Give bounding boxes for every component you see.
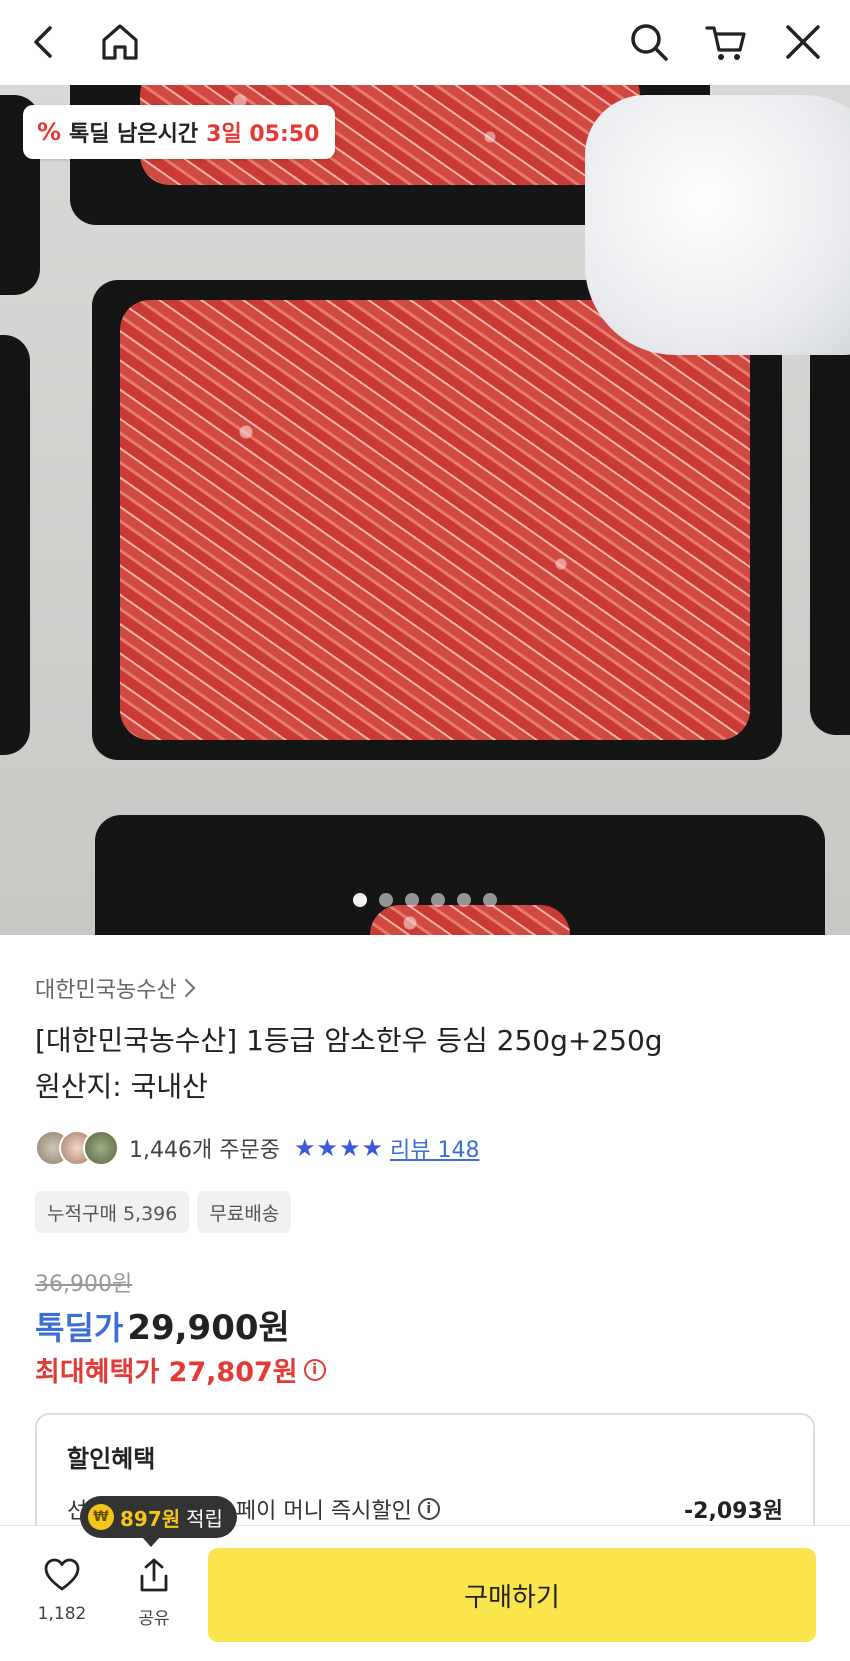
deal-price-label: 톡딜가 [35, 1309, 124, 1347]
deal-timer-badge: % 톡딜 남은시간 3일 05:50 [23, 105, 336, 159]
seller-name: 대한민국농수산 [35, 978, 177, 1003]
cart-icon [705, 26, 746, 60]
home-button[interactable] [92, 14, 148, 70]
top-bar [0, 0, 850, 85]
original-price: 36,900원 [35, 1272, 133, 1297]
gloved-hand-image [585, 95, 850, 355]
cart-button[interactable] [698, 14, 754, 70]
deal-price: 톡딜가 29,900원 [35, 1300, 290, 1349]
carousel-indicator [0, 893, 850, 907]
carousel-dot[interactable] [457, 893, 471, 907]
heart-icon [44, 1558, 80, 1591]
star-icon: ★ [293, 1134, 317, 1162]
max-benefit-price: 최대혜택가 27,807원 i [35, 1350, 326, 1389]
review-link[interactable]: 리뷰 148 [390, 1132, 479, 1164]
deal-timer-label: 톡딜 남은시간 [69, 122, 199, 147]
product-origin: 원산지: 국내산 [35, 1070, 208, 1103]
points-suffix: 적립 [186, 1506, 223, 1531]
buyer-avatars [35, 1130, 119, 1166]
avatar [83, 1130, 119, 1166]
star-icon: ★ [361, 1134, 384, 1162]
carousel-dot[interactable] [483, 893, 497, 907]
share-button[interactable]: 공유 [114, 1556, 194, 1629]
home-icon [102, 24, 138, 60]
meat-tray-image [810, 315, 850, 735]
carousel-dot[interactable] [353, 893, 367, 907]
share-icon [140, 1558, 168, 1592]
share-label: 공유 [138, 1609, 170, 1629]
tag-cumulative-purchases: 누적구매 5,396 [35, 1191, 190, 1233]
back-button[interactable] [16, 14, 72, 70]
chevron-right-icon [184, 978, 196, 998]
info-icon[interactable]: i [417, 1498, 440, 1520]
meat-image [120, 300, 750, 740]
deal-price-value: 29,900원 [127, 1308, 290, 1348]
bottom-action-bar: 1,182 공유 구매하기 [0, 1525, 850, 1661]
meat-tray-image [0, 335, 30, 755]
tag-free-shipping: 무료배송 [197, 1191, 292, 1233]
buy-button[interactable]: 구매하기 [208, 1548, 816, 1642]
like-button[interactable]: 1,182 [22, 1556, 102, 1624]
coin-icon: ₩ [88, 1504, 114, 1530]
product-title: [대한민국농수산] 1등급 암소한우 등심 250g+250g 원산지: 국내산 [35, 1018, 825, 1110]
discount-row-amount: -2,093원 [684, 1499, 783, 1524]
star-icon: ★ [338, 1134, 362, 1162]
points-amount: 897원 [120, 1506, 181, 1531]
meat-image [370, 905, 570, 935]
percent-icon: % [37, 118, 62, 146]
deal-timer-value: 3일 05:50 [206, 122, 320, 147]
rating-stars: ★★★★ [294, 1134, 384, 1162]
max-benefit-text: 최대혜택가 27,807원 [35, 1357, 298, 1388]
product-name: [대한민국농수산] 1등급 암소한우 등심 250g+250g [35, 1024, 663, 1057]
like-count: 1,182 [37, 1604, 87, 1624]
social-proof-row: 1,446개 주문중 ★★★★ 리뷰 148 [35, 1128, 479, 1168]
close-button[interactable] [775, 14, 831, 70]
search-icon [631, 24, 668, 61]
points-tooltip: ₩ 897원 적립 [80, 1496, 237, 1547]
product-image-carousel[interactable]: % 톡딜 남은시간 3일 05:50 [0, 85, 850, 935]
carousel-dot[interactable] [431, 893, 445, 907]
chevron-left-icon [34, 26, 52, 58]
info-icon[interactable]: i [303, 1358, 326, 1381]
star-icon: ★ [316, 1134, 339, 1162]
carousel-dot[interactable] [379, 893, 393, 907]
carousel-dot[interactable] [405, 893, 419, 907]
seller-link[interactable]: 대한민국농수산 [35, 972, 197, 1004]
order-count: 1,446개 주문중 [129, 1138, 280, 1163]
search-button[interactable] [621, 14, 677, 70]
discount-heading: 할인혜택 [67, 1445, 156, 1473]
close-icon [786, 25, 820, 59]
product-tags: 누적구매 5,396 무료배송 [35, 1191, 292, 1233]
